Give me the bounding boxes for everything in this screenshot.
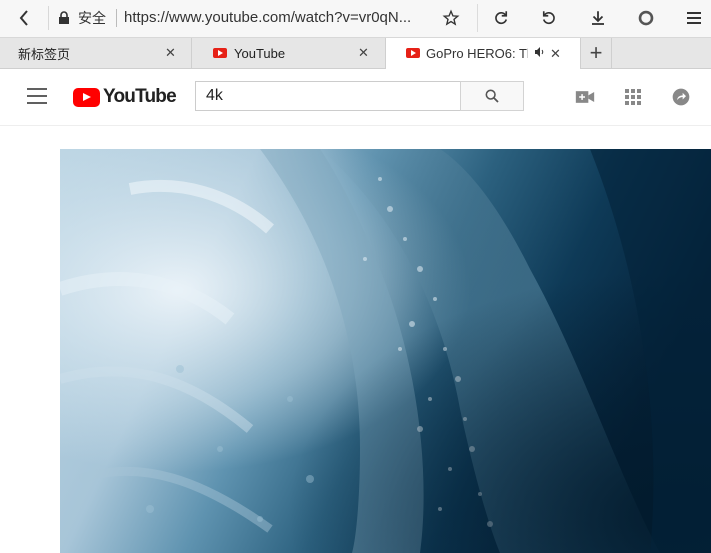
search-input[interactable]: 4k bbox=[195, 81, 461, 111]
close-icon[interactable]: ✕ bbox=[358, 45, 369, 61]
tab-gopro-video[interactable]: GoPro HERO6: Th ✕ bbox=[386, 38, 581, 69]
tab-youtube[interactable]: YouTube ✕ bbox=[192, 38, 386, 68]
apps-grid-icon[interactable] bbox=[622, 87, 644, 107]
video-camera-icon[interactable] bbox=[574, 87, 596, 107]
toolbar-divider bbox=[48, 6, 49, 30]
ring-icon[interactable] bbox=[634, 7, 658, 29]
star-icon[interactable] bbox=[439, 7, 463, 29]
youtube-favicon-icon bbox=[406, 48, 420, 58]
tab-label: GoPro HERO6: Th bbox=[426, 46, 528, 61]
speaker-icon[interactable] bbox=[534, 46, 546, 61]
download-icon[interactable] bbox=[586, 7, 610, 29]
tab-label: YouTube bbox=[234, 45, 286, 61]
search-button[interactable] bbox=[460, 81, 524, 111]
menu-icon[interactable] bbox=[682, 7, 706, 29]
video-frame-image bbox=[60, 149, 711, 553]
secure-label: 安全 bbox=[78, 10, 106, 26]
tab-label: 新标签页 bbox=[18, 46, 71, 62]
lock-icon[interactable] bbox=[58, 11, 72, 25]
address-bar[interactable]: https://www.youtube.com/watch?v=vr0qN... bbox=[124, 9, 411, 27]
video-player[interactable] bbox=[60, 149, 711, 553]
toolbar-divider bbox=[477, 4, 478, 32]
browser-toolbar: 安全 https://www.youtube.com/watch?v=vr0qN… bbox=[0, 0, 711, 38]
back-arrow-icon[interactable] bbox=[10, 6, 38, 30]
share-icon[interactable] bbox=[670, 87, 692, 107]
history-icon[interactable] bbox=[537, 7, 561, 29]
new-tab-button[interactable]: + bbox=[581, 38, 612, 68]
youtube-favicon-icon bbox=[213, 48, 227, 58]
youtube-play-logo-icon bbox=[73, 87, 100, 107]
search-icon bbox=[485, 89, 499, 103]
hamburger-menu-icon[interactable] bbox=[27, 88, 47, 104]
tab-strip: 新标签页 ✕ YouTube ✕ GoPro HERO6: Th ✕ + bbox=[0, 38, 711, 69]
close-icon[interactable]: ✕ bbox=[550, 46, 561, 62]
refresh-icon[interactable] bbox=[489, 7, 513, 29]
tab-new-tab[interactable]: 新标签页 ✕ bbox=[0, 38, 192, 68]
close-icon[interactable]: ✕ bbox=[165, 45, 176, 61]
address-divider bbox=[116, 9, 117, 27]
logo-text: YouTube bbox=[103, 86, 177, 107]
youtube-logo[interactable]: YouTube bbox=[73, 86, 177, 108]
youtube-header: YouTube 4k bbox=[0, 69, 711, 126]
